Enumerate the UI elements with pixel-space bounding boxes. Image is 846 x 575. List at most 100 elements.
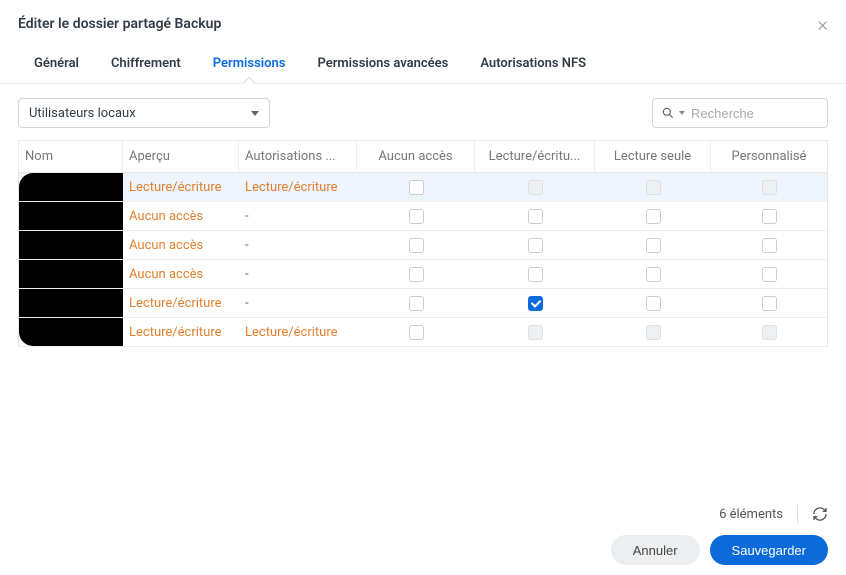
checkbox-custom: [762, 325, 777, 340]
table-row[interactable]: Lecture/écriture-: [19, 289, 827, 318]
dialog-title: Éditer le dossier partagé Backup: [18, 16, 221, 32]
cell-name: [19, 289, 123, 317]
checkbox-read-only[interactable]: [646, 296, 661, 311]
cell-read-only: [595, 266, 711, 281]
col-header-read-write[interactable]: Lecture/écritu...: [475, 141, 595, 172]
tab-bar: GénéralChiffrementPermissionsPermissions…: [0, 46, 846, 84]
cell-name: [19, 202, 123, 230]
checkbox-custom: [762, 180, 777, 195]
save-button[interactable]: Sauvegarder: [710, 535, 828, 565]
checkbox-read-only[interactable]: [646, 267, 661, 282]
cell-read-write: [475, 266, 595, 281]
cell-auth: Lecture/écriture: [239, 325, 357, 340]
col-header-read-only[interactable]: Lecture seule: [595, 141, 711, 172]
checkbox-no-access[interactable]: [409, 238, 424, 253]
checkbox-no-access[interactable]: [409, 325, 424, 340]
checkbox-custom[interactable]: [762, 296, 777, 311]
checkbox-read-write[interactable]: [528, 296, 543, 311]
checkbox-read-write[interactable]: [528, 209, 543, 224]
checkbox-read-only[interactable]: [646, 209, 661, 224]
cell-read-only: [595, 324, 711, 339]
tab-0[interactable]: Général: [18, 46, 95, 83]
checkbox-no-access[interactable]: [409, 180, 424, 195]
cell-preview: Lecture/écriture: [123, 180, 239, 195]
cell-read-only: [595, 237, 711, 252]
checkbox-read-write[interactable]: [528, 238, 543, 253]
cell-preview: Aucun accès: [123, 209, 239, 224]
checkbox-read-write: [528, 325, 543, 340]
cell-auth: -: [239, 209, 357, 224]
dropdown-value: Utilisateurs locaux: [29, 106, 136, 121]
cancel-button[interactable]: Annuler: [611, 535, 700, 565]
footer-buttons: Annuler Sauvegarder: [611, 535, 828, 565]
cell-no-access: [357, 324, 475, 339]
search-icon: [661, 106, 675, 120]
cell-read-write: [475, 295, 595, 310]
col-header-auth[interactable]: Autorisations ...: [239, 141, 357, 172]
separator: [797, 505, 798, 523]
tab-4[interactable]: Autorisations NFS: [464, 46, 602, 83]
cell-auth: -: [239, 267, 357, 282]
cell-preview: Aucun accès: [123, 267, 239, 282]
table-row[interactable]: Lecture/écritureLecture/écriture: [19, 173, 827, 202]
cell-no-access: [357, 179, 475, 194]
col-header-custom[interactable]: Personnalisé: [711, 141, 827, 172]
toolbar: Utilisateurs locaux: [0, 84, 846, 140]
checkbox-read-only[interactable]: [646, 238, 661, 253]
cell-preview: Aucun accès: [123, 238, 239, 253]
cell-auth: -: [239, 296, 357, 311]
cell-custom: [711, 179, 827, 194]
checkbox-no-access[interactable]: [409, 267, 424, 282]
tab-2[interactable]: Permissions: [197, 46, 302, 83]
chevron-down-icon: [679, 111, 685, 115]
cell-read-only: [595, 295, 711, 310]
cell-preview: Lecture/écriture: [123, 325, 239, 340]
checkbox-read-write: [528, 180, 543, 195]
permissions-table: Nom Aperçu Autorisations ... Aucun accès…: [18, 140, 828, 347]
checkbox-no-access[interactable]: [409, 209, 424, 224]
col-header-name[interactable]: Nom: [19, 141, 123, 172]
cell-name: [19, 260, 123, 288]
cell-auth: Lecture/écriture: [239, 180, 357, 195]
table-row[interactable]: Lecture/écritureLecture/écriture: [19, 318, 827, 347]
cell-custom: [711, 237, 827, 252]
item-count: 6 éléments: [719, 507, 783, 522]
close-icon[interactable]: ×: [818, 12, 828, 36]
dialog-header: Éditer le dossier partagé Backup ×: [0, 0, 846, 46]
col-header-no-access[interactable]: Aucun accès: [357, 141, 475, 172]
checkbox-read-only: [646, 180, 661, 195]
user-type-dropdown[interactable]: Utilisateurs locaux: [18, 98, 270, 128]
cell-read-only: [595, 179, 711, 194]
checkbox-custom[interactable]: [762, 238, 777, 253]
checkbox-no-access[interactable]: [409, 296, 424, 311]
table-row[interactable]: Aucun accès-: [19, 260, 827, 289]
cell-custom: [711, 324, 827, 339]
table-body: Lecture/écritureLecture/écritureAucun ac…: [19, 173, 827, 347]
tab-1[interactable]: Chiffrement: [95, 46, 197, 83]
cell-custom: [711, 295, 827, 310]
checkbox-custom[interactable]: [762, 209, 777, 224]
cell-read-write: [475, 324, 595, 339]
checkbox-custom[interactable]: [762, 267, 777, 282]
table-header: Nom Aperçu Autorisations ... Aucun accès…: [19, 141, 827, 173]
cell-name: [19, 173, 123, 201]
refresh-icon[interactable]: [812, 506, 828, 522]
checkbox-read-only: [646, 325, 661, 340]
cell-no-access: [357, 208, 475, 223]
cell-custom: [711, 208, 827, 223]
cell-read-only: [595, 208, 711, 223]
col-header-preview[interactable]: Aperçu: [123, 141, 239, 172]
search-box[interactable]: [652, 98, 828, 128]
cell-read-write: [475, 208, 595, 223]
cell-auth: -: [239, 238, 357, 253]
cell-read-write: [475, 179, 595, 194]
checkbox-read-write[interactable]: [528, 267, 543, 282]
search-input[interactable]: [691, 106, 819, 121]
cell-no-access: [357, 295, 475, 310]
table-row[interactable]: Aucun accès-: [19, 202, 827, 231]
chevron-down-icon: [251, 111, 259, 116]
cell-no-access: [357, 266, 475, 281]
table-row[interactable]: Aucun accès-: [19, 231, 827, 260]
tab-3[interactable]: Permissions avancées: [301, 46, 464, 83]
cell-preview: Lecture/écriture: [123, 296, 239, 311]
